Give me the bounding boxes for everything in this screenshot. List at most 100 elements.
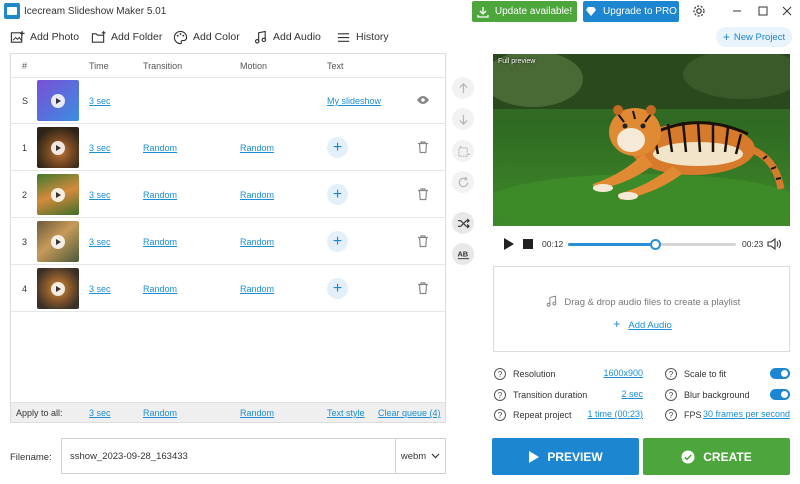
plus-icon: + (613, 317, 621, 331)
seek-handle[interactable] (650, 239, 662, 250)
play-icon[interactable] (51, 188, 65, 202)
crop-icon (457, 145, 470, 157)
time-link[interactable]: 3 sec (89, 96, 111, 106)
time-link[interactable]: 3 sec (89, 190, 111, 200)
history-button[interactable]: History (336, 28, 389, 46)
title-slide-thumbnail[interactable] (37, 80, 79, 121)
transition-link[interactable]: Random (143, 284, 177, 294)
play-icon[interactable] (51, 282, 65, 296)
add-color-button[interactable]: Add Color (173, 28, 240, 46)
scale-to-fit-label: Scale to fit (684, 369, 727, 379)
table-row[interactable]: 2 3 sec Random Random + (11, 171, 445, 218)
audio-drop-zone[interactable]: Drag & drop audio files to create a play… (493, 266, 790, 352)
shuffle-button[interactable] (452, 212, 474, 234)
add-text-button[interactable]: + (327, 137, 348, 158)
header-time: Time (89, 61, 109, 71)
filename-input[interactable] (70, 451, 390, 462)
play-icon[interactable] (503, 238, 514, 250)
title-bar: Icecream Slideshow Maker 5.01 Update ava… (0, 0, 800, 24)
help-icon[interactable]: ? (665, 389, 677, 401)
trash-icon[interactable] (416, 281, 430, 295)
time-link[interactable]: 3 sec (89, 284, 111, 294)
add-audio-link[interactable]: + Add Audio (494, 317, 791, 331)
minimize-icon[interactable] (728, 3, 746, 19)
photo-thumbnail[interactable] (37, 174, 79, 215)
trash-icon[interactable] (416, 140, 430, 154)
motion-link[interactable]: Random (240, 190, 274, 200)
history-label: History (356, 31, 389, 43)
transition-link[interactable]: Random (143, 143, 177, 153)
play-icon[interactable] (51, 141, 65, 155)
seek-slider[interactable] (568, 239, 736, 250)
diamond-icon (586, 7, 597, 16)
add-audio-link-label[interactable]: Add Audio (628, 320, 671, 331)
text-style-link[interactable]: Text style (327, 408, 365, 418)
play-icon[interactable] (51, 235, 65, 249)
eye-icon[interactable] (416, 93, 430, 107)
apply-all-time-link[interactable]: 3 sec (89, 408, 111, 418)
settings-gear-icon[interactable] (690, 3, 708, 19)
move-down-button[interactable] (452, 108, 474, 130)
new-project-button[interactable]: + New Project (716, 27, 792, 47)
move-up-button[interactable] (452, 77, 474, 99)
rotate-button[interactable] (452, 171, 474, 193)
repeat-project-value[interactable]: 1 time (00:23) (580, 409, 643, 419)
table-row[interactable]: 3 3 sec Random Random + (11, 218, 445, 265)
help-icon[interactable]: ? (494, 409, 506, 421)
add-text-button[interactable]: + (327, 278, 348, 299)
resolution-value[interactable]: 1600x900 (601, 368, 643, 378)
table-row[interactable]: 1 3 sec Random Random + (11, 124, 445, 171)
transition-duration-value[interactable]: 2 sec (601, 389, 643, 399)
trash-icon[interactable] (416, 187, 430, 201)
create-button[interactable]: CREATE (643, 438, 790, 475)
table-row[interactable]: 4 3 sec Random Random + (11, 265, 445, 312)
add-text-button[interactable]: + (327, 231, 348, 252)
slide-text-link[interactable]: My slideshow (327, 96, 381, 106)
preview-button[interactable]: PREVIEW (492, 438, 639, 475)
filename-field: webm (61, 438, 446, 474)
add-photo-icon (10, 30, 25, 43)
photo-thumbnail[interactable] (37, 268, 79, 309)
current-time: 00:12 (542, 239, 564, 249)
volume-icon[interactable] (767, 237, 782, 251)
scale-to-fit-toggle[interactable] (770, 368, 790, 379)
update-available-button[interactable]: Update available! (472, 1, 577, 22)
transition-link[interactable]: Random (143, 190, 177, 200)
resolution-setting: ? Resolution (494, 367, 556, 381)
format-select[interactable]: webm (395, 439, 445, 473)
spellcheck-button[interactable]: AB (452, 243, 474, 265)
apply-all-transition-link[interactable]: Random (143, 408, 177, 418)
add-folder-button[interactable]: Add Folder (91, 28, 162, 46)
motion-link[interactable]: Random (240, 143, 274, 153)
help-icon[interactable]: ? (665, 368, 677, 380)
photo-thumbnail[interactable] (37, 127, 79, 168)
add-photo-button[interactable]: Add Photo (10, 28, 79, 46)
time-link[interactable]: 3 sec (89, 237, 111, 247)
fps-setting: ? FPS (665, 408, 702, 422)
trash-icon[interactable] (416, 234, 430, 248)
close-icon[interactable] (778, 3, 796, 19)
add-audio-button[interactable]: Add Audio (253, 28, 321, 46)
help-icon[interactable]: ? (665, 409, 677, 421)
crop-button[interactable] (452, 140, 474, 162)
add-text-button[interactable]: + (327, 184, 348, 205)
time-link[interactable]: 3 sec (89, 143, 111, 153)
photo-thumbnail[interactable] (37, 221, 79, 262)
fps-value[interactable]: 30 frames per second (700, 409, 790, 419)
full-preview-image: Full preview (493, 54, 790, 226)
maximize-icon[interactable] (754, 3, 772, 19)
motion-link[interactable]: Random (240, 237, 274, 247)
transition-link[interactable]: Random (143, 237, 177, 247)
clear-queue-link[interactable]: Clear queue (4) (378, 408, 441, 418)
new-project-label: New Project (733, 31, 786, 43)
table-row-start[interactable]: S 3 sec My slideshow (11, 77, 445, 124)
help-icon[interactable]: ? (494, 368, 506, 380)
blur-background-toggle[interactable] (770, 389, 790, 400)
row-index: 1 (22, 143, 28, 153)
help-icon[interactable]: ? (494, 389, 506, 401)
apply-all-motion-link[interactable]: Random (240, 408, 274, 418)
play-icon[interactable] (51, 94, 65, 108)
motion-link[interactable]: Random (240, 284, 274, 294)
stop-icon[interactable] (523, 239, 533, 249)
upgrade-to-pro-button[interactable]: Upgrade to PRO (583, 1, 679, 22)
